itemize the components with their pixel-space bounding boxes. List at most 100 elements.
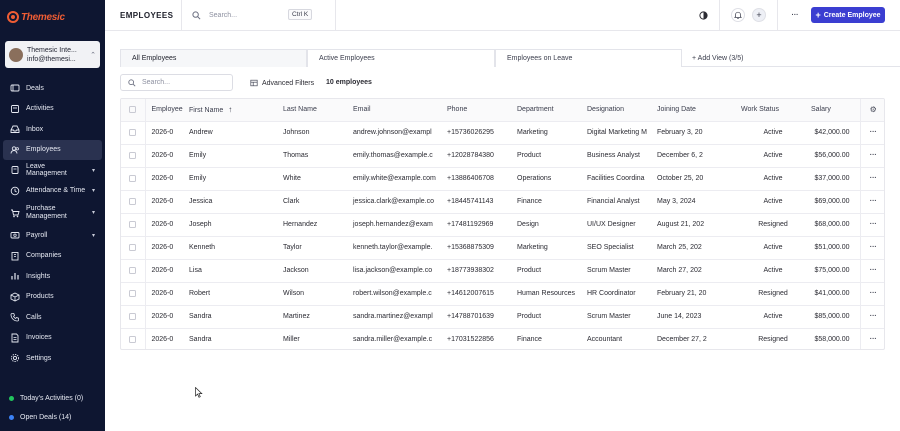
cell-phone: +17031522856 — [447, 336, 494, 344]
sidebar-item-deals[interactable]: Deals — [3, 78, 102, 99]
sidebar-item-activities[interactable]: Activities — [3, 99, 102, 120]
row-checkbox[interactable] — [129, 312, 136, 320]
column-header-first-name[interactable]: First Name ↑ — [183, 99, 277, 122]
sidebar-nav: Deals Activities Inbox Employees Leave Manag… — [0, 78, 105, 369]
select-all-checkbox[interactable] — [129, 106, 136, 114]
table-row[interactable]: 2026-0 Andrew Johnson andrew.johnson@exampl… — [121, 121, 884, 145]
column-header-phone[interactable]: Phone — [441, 99, 511, 122]
notifications-button[interactable] — [731, 8, 745, 22]
cell-email: robert.wilson@example.c — [347, 282, 441, 306]
gear-icon[interactable]: ⚙ — [870, 105, 877, 114]
row-checkbox[interactable] — [129, 197, 136, 205]
more-menu-button[interactable]: ··· — [788, 8, 802, 22]
more-horizontal-icon[interactable]: ··· — [870, 198, 877, 205]
cell-department: Product — [511, 259, 581, 283]
cell-employee-id: 2026-0 — [145, 190, 183, 214]
column-header-last-name[interactable]: Last Name — [277, 99, 347, 122]
row-checkbox[interactable] — [129, 336, 136, 344]
divider — [335, 0, 336, 31]
cell-salary: $68,000.00 — [805, 213, 860, 237]
sidebar-item-invoices[interactable]: Invoices — [3, 328, 102, 349]
cell-department: Design — [511, 213, 581, 237]
theme-toggle-button[interactable] — [696, 8, 710, 22]
cell-work-status: Resigned — [758, 336, 788, 344]
row-checkbox[interactable] — [129, 174, 136, 182]
sidebar-item-settings[interactable]: Settings — [3, 348, 102, 369]
tab-employees-on-leave[interactable]: Employees on Leave — [495, 49, 682, 67]
brand-logo[interactable]: Themesic — [7, 9, 65, 25]
quick-add-button[interactable]: + — [752, 8, 766, 22]
table-row[interactable]: 2026-0 Emily White emily.white@example.com +… — [121, 167, 884, 191]
cell-salary: $41,000.00 — [805, 282, 860, 306]
cell-designation: Financial Analyst — [581, 190, 651, 214]
sidebar-item-inbox[interactable]: Inbox — [3, 119, 102, 140]
column-header-designation[interactable]: Designation — [581, 99, 651, 122]
table-row[interactable]: 2026-0 Sandra Miller sandra.miller@example.… — [121, 328, 884, 349]
row-checkbox[interactable] — [129, 243, 136, 251]
sidebar-item-leave-management[interactable]: Leave Management ▾ — [3, 160, 102, 181]
sidebar-item-purchase-management[interactable]: Purchase Management ▾ — [3, 201, 102, 225]
cell-phone: +15736026295 — [441, 121, 511, 145]
create-employee-button[interactable]: + Create Employee — [811, 7, 885, 23]
more-horizontal-icon[interactable]: ··· — [870, 267, 877, 274]
sidebar-item-employees[interactable]: Employees — [3, 139, 102, 160]
table-search-input[interactable]: Search... — [120, 74, 233, 91]
more-horizontal-icon[interactable]: ··· — [870, 129, 877, 136]
sidebar-item-label: Calls — [26, 313, 42, 321]
more-horizontal-icon[interactable]: ··· — [870, 221, 877, 228]
column-header-employee[interactable]: Employee — [145, 99, 183, 122]
column-header-work-status[interactable]: Work Status — [731, 99, 805, 122]
column-header-salary[interactable]: Salary — [805, 99, 860, 122]
column-header-department[interactable]: Department — [511, 99, 581, 122]
table-row[interactable]: 2026-0 Kenneth Taylor kenneth.taylor@exampl… — [121, 236, 884, 260]
user-switcher[interactable]: Themesic Inte... info@themesi... ⌃ — [5, 41, 100, 68]
table-row[interactable]: 2026-0 Lisa Jackson lisa.jackson@example.co… — [121, 259, 884, 283]
tab-active-employees[interactable]: Active Employees — [307, 49, 495, 67]
user-email: info@themesi... — [27, 55, 76, 63]
top-bar: EMPLOYEES Search... Ctrl K + ··· + Creat… — [105, 0, 900, 31]
row-checkbox[interactable] — [129, 128, 136, 136]
sidebar-item-products[interactable]: Products — [3, 287, 102, 308]
open-deals-link[interactable]: Open Deals (14) — [0, 408, 105, 427]
add-view-button[interactable]: + Add View (3/5) — [692, 49, 743, 67]
cell-work-status: Active — [731, 259, 805, 283]
table-row[interactable]: 2026-0 Sandra Martinez sandra.martinez@exam… — [121, 305, 884, 329]
sidebar-item-attendance-and-time[interactable]: Attendance & Time ▾ — [3, 181, 102, 202]
cell-first-name: Robert — [183, 282, 277, 306]
todays-activities-link[interactable]: Today's Activities (0) — [0, 389, 105, 408]
more-horizontal-icon[interactable]: ··· — [870, 290, 877, 297]
cell-employee-id: 2026-0 — [145, 282, 183, 306]
sidebar-item-calls[interactable]: Calls — [3, 307, 102, 328]
row-checkbox[interactable] — [129, 151, 136, 159]
cell-department: Finance — [511, 190, 581, 214]
advanced-filters-button[interactable]: Advanced Filters — [250, 79, 314, 87]
row-checkbox[interactable] — [129, 220, 136, 228]
cell-phone: +14788701639 — [441, 305, 511, 329]
more-horizontal-icon[interactable]: ··· — [870, 152, 877, 159]
user-info: Themesic Inte... info@themesi... — [27, 46, 86, 64]
column-header-joining-date[interactable]: Joining Date — [651, 99, 731, 122]
cell-email: sandra.martinez@exampl — [347, 305, 441, 329]
tab-all-employees[interactable]: All Employees — [120, 49, 307, 67]
sidebar-item-label: Employees — [26, 146, 61, 154]
more-horizontal-icon[interactable]: ··· — [870, 313, 877, 320]
sidebar-item-payroll[interactable]: Payroll ▾ — [3, 225, 102, 246]
column-header-email[interactable]: Email — [347, 99, 441, 122]
sidebar-item-companies[interactable]: Companies — [3, 246, 102, 267]
shortcut-hint: Ctrl K — [288, 9, 313, 20]
row-checkbox[interactable] — [129, 289, 136, 297]
more-horizontal-icon[interactable]: ··· — [870, 336, 877, 343]
more-horizontal-icon: ··· — [791, 11, 799, 19]
cell-phone: +18773938302 — [441, 259, 511, 283]
more-horizontal-icon[interactable]: ··· — [870, 175, 877, 182]
invoices-icon — [10, 333, 20, 343]
row-checkbox[interactable] — [129, 266, 136, 274]
sidebar-item-insights[interactable]: Insights — [3, 266, 102, 287]
plus-icon: + — [756, 9, 762, 20]
table-row[interactable]: 2026-0 Joseph Hernandez joseph.hernandez@ex… — [121, 213, 884, 237]
table-row[interactable]: 2026-0 Emily Thomas emily.thomas@example.c +… — [121, 144, 884, 168]
more-horizontal-icon[interactable]: ··· — [870, 244, 877, 251]
table-row[interactable]: 2026-0 Robert Wilson robert.wilson@example.… — [121, 282, 884, 306]
table-row[interactable]: 2026-0 Jessica Clark jessica.clark@example.… — [121, 190, 884, 214]
bell-icon — [734, 11, 742, 19]
